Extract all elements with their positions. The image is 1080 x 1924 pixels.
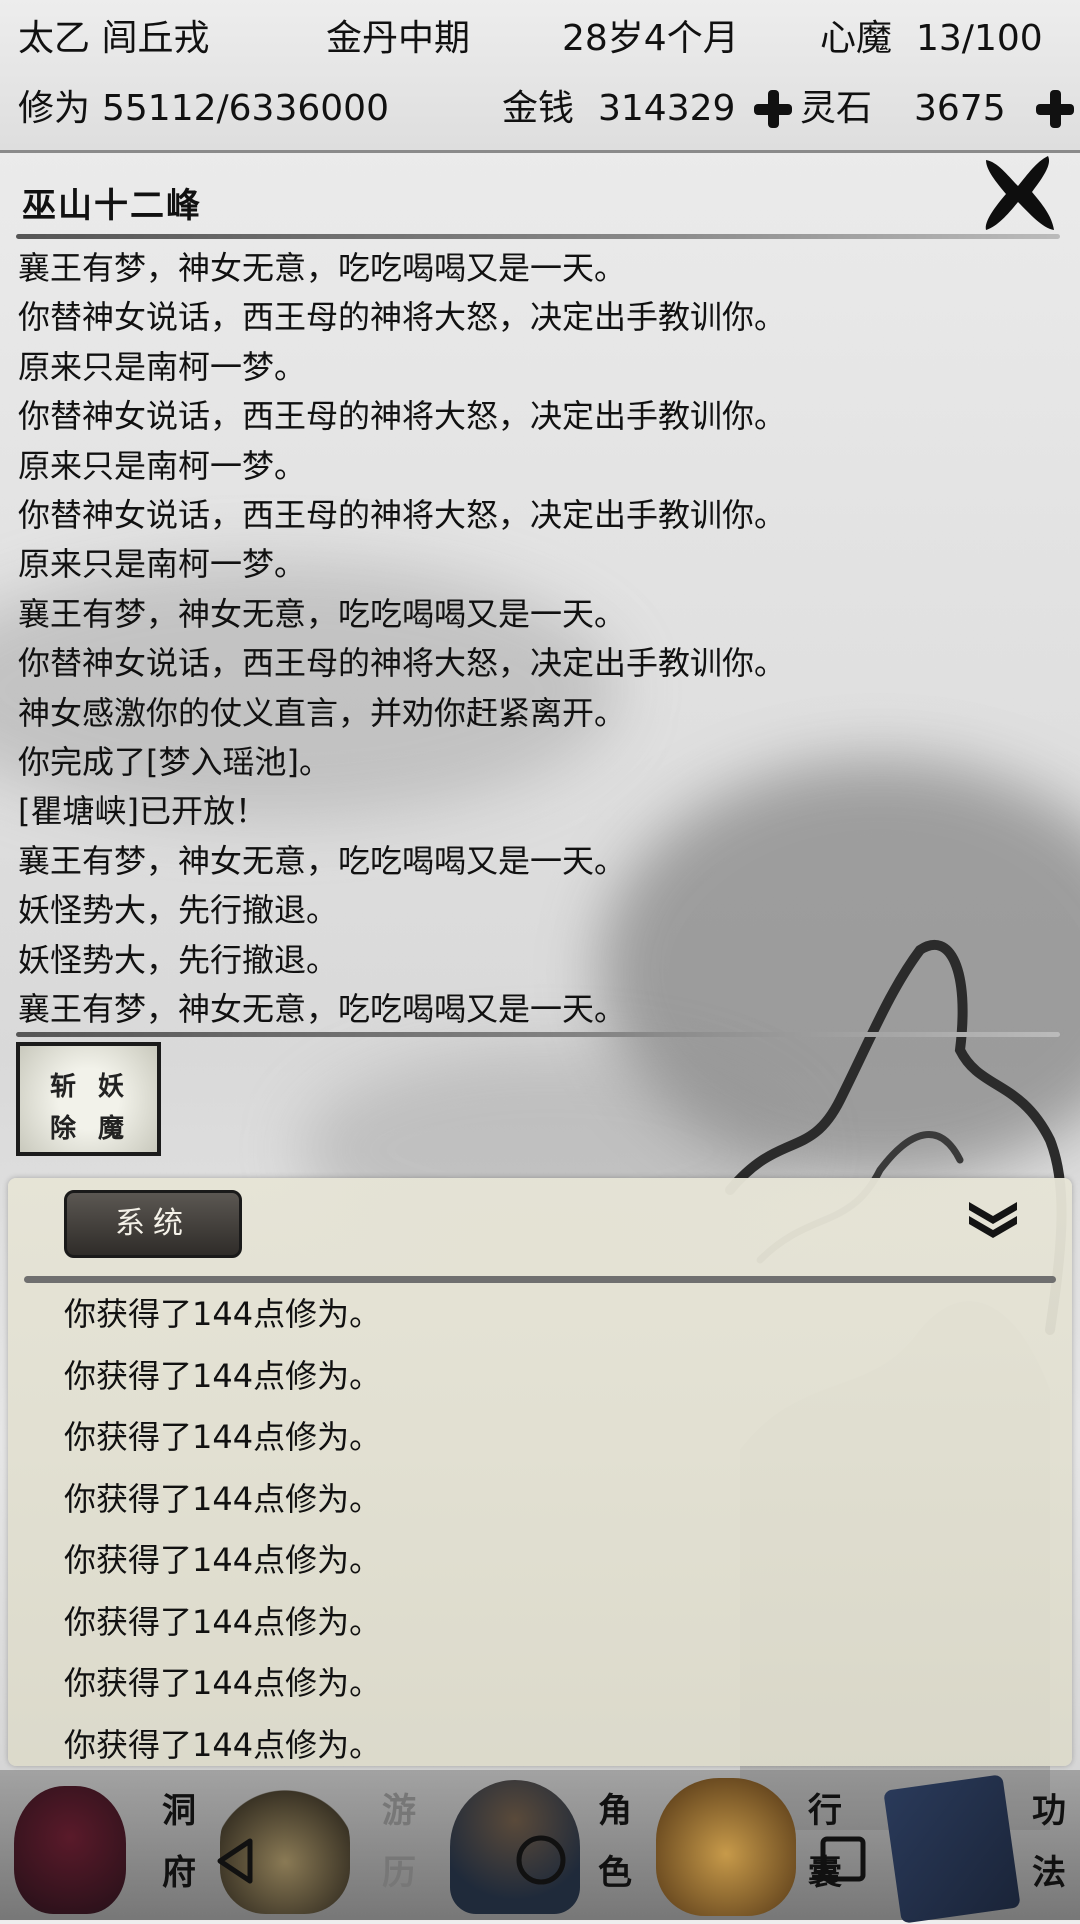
menu-label-character-bottom[interactable]: 色	[592, 1842, 638, 1904]
menu-label-technique-bottom[interactable]: 法	[1026, 1842, 1072, 1904]
cave-residence-icon[interactable]	[14, 1786, 126, 1914]
system-message: 你获得了144点修为。	[64, 1356, 382, 1395]
system-message: 你获得了144点修为。	[64, 1479, 382, 1518]
recents-icon	[820, 1836, 866, 1882]
event-line: 襄王有梦，神女无意，吃吃喝喝又是一天。	[18, 990, 627, 1029]
location-title: 巫山十二峰	[22, 186, 202, 226]
money-label: 金钱	[502, 88, 575, 129]
location-divider	[16, 234, 1060, 239]
close-button[interactable]	[978, 150, 1058, 236]
double-chevron-down-icon	[969, 1202, 1017, 1238]
event-line: 襄王有梦，神女无意，吃吃喝喝又是一天。	[18, 594, 627, 633]
system-log: 你获得了144点修为。 你获得了144点修为。 你获得了144点修为。 你获得了…	[64, 1284, 964, 1776]
event-line: 原来只是南柯一梦。	[18, 347, 307, 386]
status-row-top: 太乙 闾丘戎 金丹中期 28岁4个月 心魔 13/100	[0, 4, 1080, 74]
spirit-stone-label: 灵石	[800, 88, 873, 129]
system-message: 你获得了144点修为。	[64, 1664, 382, 1702]
nav-home-button[interactable]	[513, 1832, 569, 1892]
status-row-bottom: 修为 55112/6336000 金钱 314329 灵石 3675	[0, 74, 1080, 144]
event-line: 你替神女说话，西王母的神将大怒，决定出手教训你。	[18, 496, 787, 535]
system-message: 你获得了144点修为。	[64, 1725, 382, 1764]
nav-recents-button[interactable]	[818, 1834, 868, 1888]
character-name: 太乙 闾丘戎	[18, 18, 210, 59]
money-value: 314329	[598, 88, 736, 129]
slay-demons-char: 除	[50, 1114, 77, 1144]
bag-icon[interactable]	[656, 1778, 796, 1916]
slay-demons-char: 斩	[50, 1072, 77, 1102]
slay-demons-char: 妖	[98, 1072, 125, 1102]
menu-label-travel-top[interactable]: 游	[376, 1780, 422, 1842]
menu-label-cave-bottom[interactable]: 府	[156, 1842, 202, 1904]
location-header: 巫山十二峰	[0, 150, 1080, 246]
system-tab[interactable]: 系统	[64, 1190, 242, 1258]
system-message: 你获得了144点修为。	[64, 1602, 382, 1641]
system-divider	[24, 1276, 1056, 1283]
back-icon	[217, 1838, 253, 1884]
status-bar: 太乙 闾丘戎 金丹中期 28岁4个月 心魔 13/100 修为 55112/63…	[0, 0, 1080, 153]
cultivation-value: 55112/6336000	[102, 88, 389, 129]
system-message: 你获得了144点修为。	[64, 1418, 382, 1456]
menu-label-travel-bottom[interactable]: 历	[376, 1842, 422, 1904]
cultivation-label: 修为	[18, 88, 91, 129]
menu-label-bag-top[interactable]: 行	[802, 1780, 848, 1842]
event-line: 神女感激你的仗义直言，并劝你赶紧离开。	[18, 693, 627, 732]
slay-demons-char: 魔	[98, 1114, 125, 1144]
system-message: 你获得了144点修为。	[64, 1295, 382, 1333]
heart-demon-value: 13/100	[916, 18, 1043, 59]
event-line: 原来只是南柯一梦。	[18, 446, 307, 485]
spirit-stone-value: 3675	[914, 88, 1006, 129]
system-message: 你获得了144点修为。	[64, 1541, 382, 1579]
close-icon	[985, 156, 1054, 230]
character-age: 28岁4个月	[562, 18, 739, 59]
nav-back-button[interactable]	[210, 1836, 260, 1890]
event-line: [瞿塘峡]已开放！	[18, 792, 267, 831]
home-icon	[516, 1835, 566, 1885]
technique-icon[interactable]	[883, 1774, 1021, 1924]
menu-label-cave-top[interactable]: 洞	[156, 1780, 202, 1842]
system-message-panel: 系统 你获得了144点修为。 你获得了144点修为。 你获得了144点修为。 你…	[8, 1178, 1072, 1766]
add-money-icon[interactable]	[754, 90, 792, 128]
event-line: 你替神女说话，西王母的神将大怒，决定出手教训你。	[18, 644, 787, 683]
cultivation-realm: 金丹中期	[326, 18, 471, 59]
collapse-button[interactable]	[963, 1196, 1023, 1246]
menu-label-technique-top[interactable]: 功	[1026, 1780, 1072, 1842]
event-line: 妖怪势大，先行撤退。	[18, 940, 339, 979]
event-line: 妖怪势大，先行撤退。	[18, 891, 339, 930]
add-spirit-stone-icon[interactable]	[1036, 90, 1074, 128]
heart-demon-label: 心魔	[820, 18, 893, 59]
event-line: 你完成了[梦入瑶池]。	[18, 743, 331, 782]
slay-demons-button[interactable]: 斩 妖 除 魔	[16, 1042, 161, 1156]
event-line: 原来只是南柯一梦。	[18, 545, 307, 584]
menu-label-character-top[interactable]: 角	[592, 1780, 638, 1842]
event-line: 襄王有梦，神女无意，吃吃喝喝又是一天。	[18, 841, 627, 880]
event-line: 你替神女说话，西王母的神将大怒，决定出手教训你。	[18, 298, 787, 337]
event-log: 襄王有梦，神女无意，吃吃喝喝又是一天。 你替神女说话，西王母的神将大怒，决定出手…	[18, 244, 1058, 1035]
event-line: 你替神女说话，西王母的神将大怒，决定出手教训你。	[18, 397, 787, 436]
event-log-divider	[16, 1032, 1060, 1037]
event-line: 襄王有梦，神女无意，吃吃喝喝又是一天。	[18, 249, 627, 287]
